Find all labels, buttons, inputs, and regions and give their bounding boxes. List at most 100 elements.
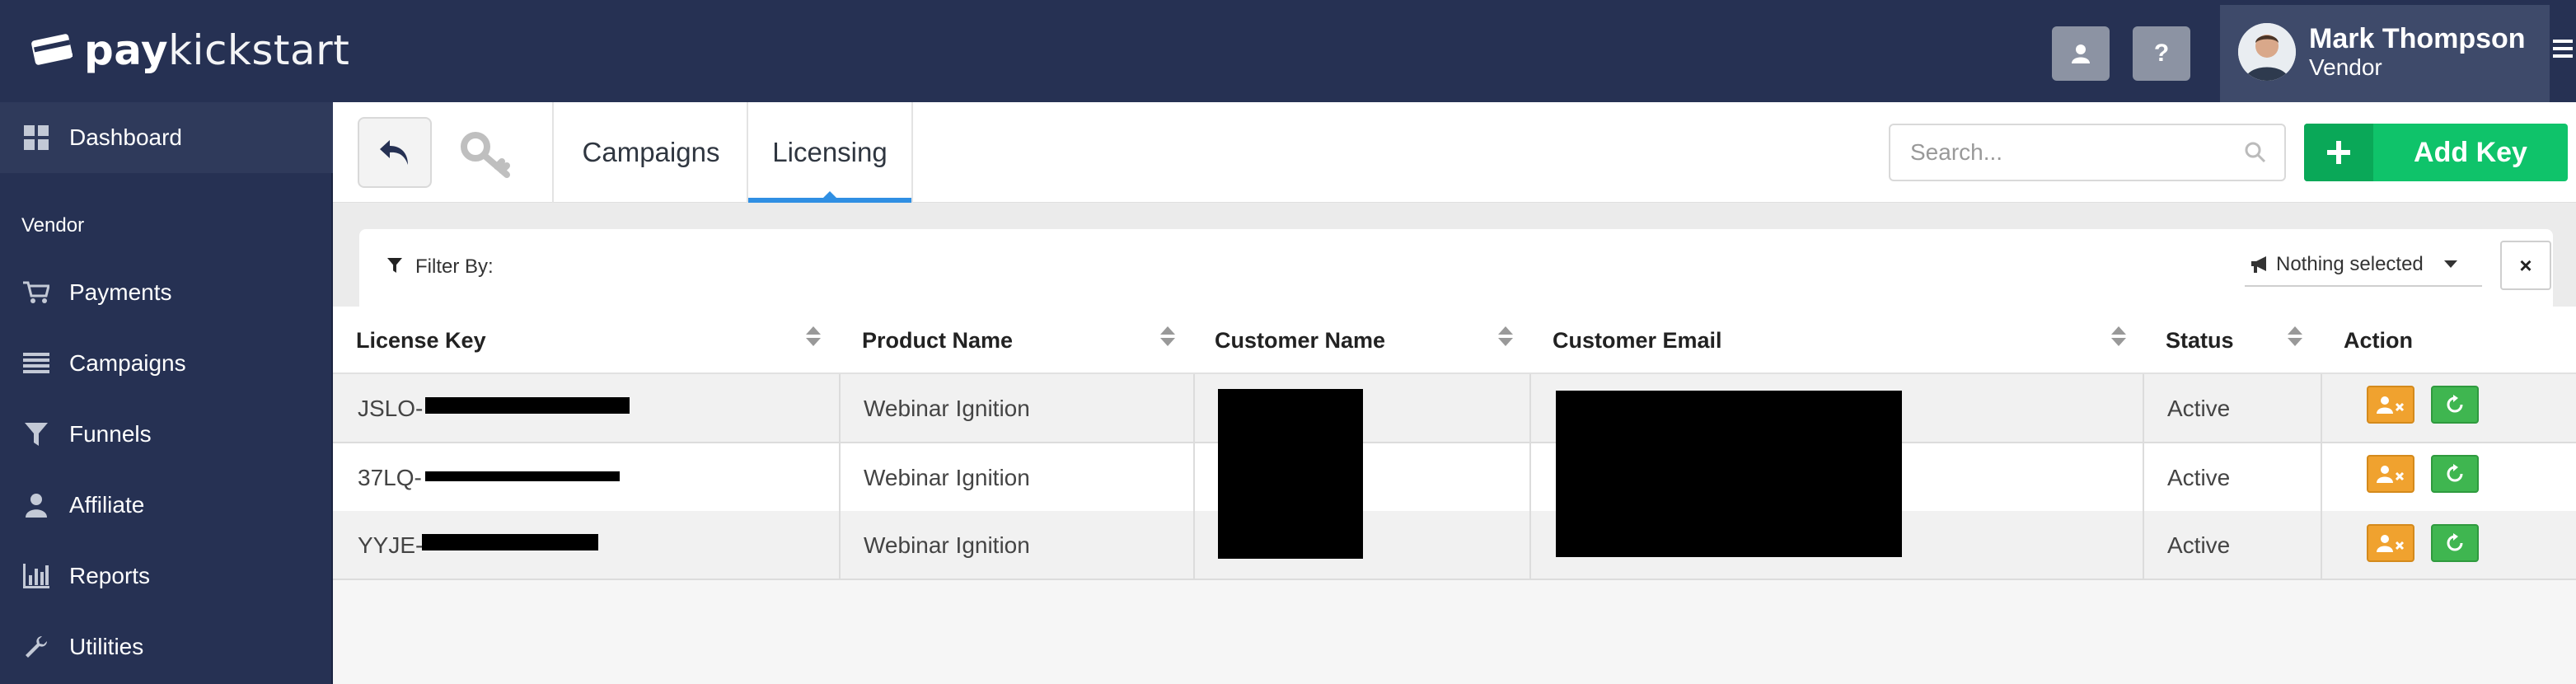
megaphone-icon [2251, 256, 2266, 273]
close-icon: × [2519, 252, 2532, 278]
table-row [333, 374, 2576, 443]
grid-icon [20, 121, 53, 154]
column-divider [1193, 374, 1195, 579]
profile-menu[interactable]: Mark Thompson Vendor [2220, 5, 2550, 102]
filter-by: Filter By: [387, 252, 494, 282]
license-key-cell: YYJE- [358, 532, 424, 558]
refresh-icon [2447, 395, 2463, 413]
sort-icon[interactable] [806, 326, 821, 349]
hamburger-menu-icon[interactable] [2553, 40, 2573, 63]
plus-icon [2304, 124, 2373, 181]
status-cell: Active [2167, 396, 2231, 421]
user-icon [2072, 45, 2090, 63]
revoke-user-button[interactable] [2367, 455, 2414, 493]
status-cell: Active [2167, 465, 2231, 490]
sidebar-item-reports[interactable]: Reports [0, 541, 333, 611]
sidebar-item-label: Funnels [69, 421, 152, 447]
logo[interactable]: paykickstart [28, 25, 349, 76]
search-box [1889, 124, 2286, 181]
sort-icon[interactable] [2111, 326, 2126, 349]
revoke-user-button[interactable] [2367, 386, 2414, 424]
refresh-icon [2447, 533, 2463, 551]
filter-panel [359, 229, 2553, 307]
sidebar-item-label: Campaigns [69, 350, 186, 376]
sort-icon[interactable] [2288, 326, 2302, 349]
product-name-cell: Webinar Ignition [864, 396, 1030, 421]
revoke-user-button[interactable] [2367, 524, 2414, 562]
license-key-cell: 37LQ- [358, 465, 422, 490]
add-key-button[interactable]: Add Key [2304, 124, 2568, 181]
status-cell: Active [2167, 532, 2231, 558]
sort-icon[interactable] [1160, 326, 1175, 349]
reset-key-button[interactable] [2431, 524, 2479, 562]
sidebar-item-utilities[interactable]: Utilities [0, 611, 333, 682]
user-remove-icon [2377, 466, 2405, 483]
profile-role: Vendor [2309, 54, 2382, 80]
column-header-action: Action [2344, 327, 2413, 353]
sidebar-item-dashboard[interactable]: Dashboard [0, 102, 333, 173]
sidebar-item-label: Reports [69, 563, 151, 588]
column-header-status[interactable]: Status [2166, 307, 2234, 374]
product-name-cell: Webinar Ignition [864, 532, 1030, 558]
add-key-label: Add Key [2414, 136, 2527, 168]
cart-icon [20, 276, 53, 309]
column-header-product-name[interactable]: Product Name [862, 307, 1013, 374]
refresh-icon [2447, 464, 2463, 482]
column-divider [839, 374, 841, 579]
table-row [333, 443, 2576, 513]
sidebar-item-label: Payments [69, 279, 172, 305]
tab-licensing[interactable]: Licensing [747, 102, 913, 203]
column-header-license-key[interactable]: License Key [356, 307, 486, 374]
sidebar-section-label: Vendor [21, 214, 85, 237]
tab-label: Campaigns [582, 137, 720, 167]
user-remove-icon [2377, 396, 2405, 414]
license-key-cell: JSLO- [358, 396, 424, 421]
tab-campaigns[interactable]: Campaigns [552, 102, 748, 203]
user-button[interactable] [2052, 26, 2110, 81]
avatar [2238, 23, 2296, 81]
filter-icon [20, 418, 53, 451]
back-button[interactable] [358, 117, 432, 188]
sidebar-item-label: Utilities [69, 634, 144, 659]
dropdown-value: Nothing selected [2276, 253, 2424, 275]
profile-name: Mark Thompson [2309, 23, 2526, 54]
reset-key-button[interactable] [2431, 386, 2479, 424]
card-logo-icon [31, 34, 73, 65]
column-divider [2321, 374, 2322, 579]
filter-icon [387, 255, 402, 279]
sidebar-item-campaigns[interactable]: Campaigns [0, 328, 333, 399]
table-header [333, 307, 2576, 374]
undo-arrow-icon [380, 140, 408, 165]
filter-label: Filter By: [415, 255, 494, 278]
table-row [333, 511, 2576, 580]
key-icon [458, 130, 516, 180]
redacted-license-key [425, 397, 630, 414]
column-header-customer-email[interactable]: Customer Email [1553, 307, 1722, 374]
column-divider [2143, 374, 2144, 579]
help-button[interactable]: ? [2133, 26, 2190, 81]
sidebar-item-label: Affiliate [69, 492, 145, 518]
sort-icon[interactable] [1498, 326, 1513, 349]
tab-label: Licensing [772, 137, 888, 167]
logo-text: paykickstart [84, 26, 350, 74]
list-icon [20, 347, 53, 380]
reset-key-button[interactable] [2431, 455, 2479, 493]
clear-filter-button[interactable]: × [2500, 241, 2551, 290]
sidebar-item-payments[interactable]: Payments [0, 257, 333, 328]
sidebar-item-funnels[interactable]: Funnels [0, 399, 333, 470]
redacted-customer-names [1218, 389, 1363, 559]
person-icon [20, 489, 53, 522]
wrench-icon [20, 630, 53, 663]
filter-dropdown[interactable]: Nothing selected [2245, 244, 2482, 287]
column-header-customer-name[interactable]: Customer Name [1215, 307, 1385, 374]
redacted-license-key [425, 471, 620, 481]
user-remove-icon [2377, 535, 2405, 552]
redacted-license-key [422, 534, 598, 550]
bar-chart-icon [20, 560, 53, 593]
column-divider [1529, 374, 1531, 579]
redacted-customer-emails [1556, 391, 1902, 557]
sidebar-item-affiliate[interactable]: Affiliate [0, 470, 333, 541]
search-input[interactable] [1890, 138, 2220, 166]
help-icon: ? [2153, 40, 2170, 67]
search-icon[interactable] [2245, 142, 2266, 167]
